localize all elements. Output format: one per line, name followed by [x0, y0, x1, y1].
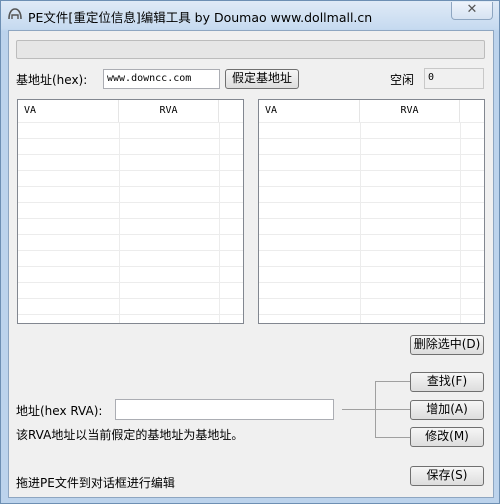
- bracket-mid: [375, 409, 410, 410]
- app-icon: [8, 8, 22, 20]
- title-bar[interactable]: PE文件[重定位信息]编辑工具 by Doumao www.dollmall.c…: [1, 1, 499, 29]
- modify-button[interactable]: 修改(M): [410, 427, 484, 447]
- right-relocation-list[interactable]: VA RVA: [258, 99, 485, 324]
- right-col-va[interactable]: VA: [259, 100, 360, 122]
- dialog-client: 基地址(hex): www.downcc.com 假定基地址 空闲 0 VA R…: [8, 30, 494, 498]
- bracket-top: [375, 381, 410, 382]
- window-title: PE文件[重定位信息]编辑工具 by Doumao www.dollmall.c…: [28, 10, 373, 25]
- close-icon: ✕: [466, 2, 478, 17]
- address-input[interactable]: [115, 399, 334, 420]
- right-col-spacer: [460, 100, 484, 122]
- delete-selected-button[interactable]: 删除选中(D): [410, 335, 484, 355]
- right-col-rva[interactable]: RVA: [360, 100, 460, 122]
- add-button[interactable]: 增加(A): [410, 400, 484, 420]
- main-window: PE文件[重定位信息]编辑工具 by Doumao www.dollmall.c…: [0, 0, 500, 504]
- address-hint: 该RVA地址以当前假定的基地址为基地址。: [16, 428, 244, 442]
- left-col-spacer: [219, 100, 243, 122]
- assume-base-button[interactable]: 假定基地址: [225, 69, 299, 89]
- status-text: 拖进PE文件到对话框进行编辑: [16, 476, 175, 490]
- left-relocation-list[interactable]: VA RVA: [17, 99, 244, 324]
- right-list-rows: [259, 122, 484, 323]
- bracket-stem: [342, 409, 375, 410]
- save-button[interactable]: 保存(S): [410, 466, 484, 486]
- close-button[interactable]: ✕: [451, 2, 493, 20]
- right-list-header: VA RVA: [259, 100, 484, 123]
- left-list-header: VA RVA: [18, 100, 243, 123]
- left-col-rva[interactable]: RVA: [119, 100, 219, 122]
- left-list-rows: [18, 122, 243, 323]
- progress-bar: [16, 40, 485, 59]
- find-button[interactable]: 查找(F): [410, 372, 484, 392]
- free-count: 0: [424, 68, 484, 89]
- left-col-va[interactable]: VA: [18, 100, 119, 122]
- bracket-bottom: [375, 437, 410, 438]
- free-label: 空闲: [390, 73, 415, 87]
- base-address-input[interactable]: www.downcc.com: [103, 69, 220, 89]
- base-address-label: 基地址(hex):: [16, 73, 88, 87]
- address-label: 地址(hex RVA):: [16, 404, 103, 418]
